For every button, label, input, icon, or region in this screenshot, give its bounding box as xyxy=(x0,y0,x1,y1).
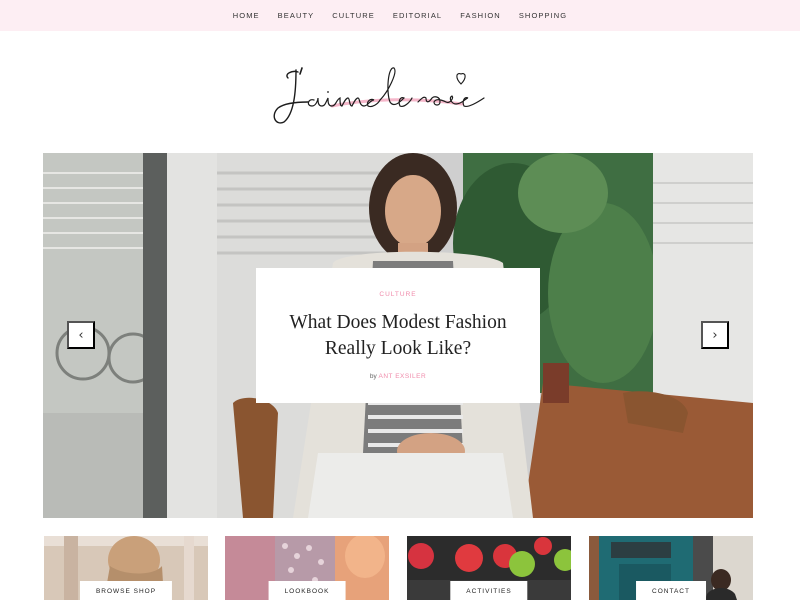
nav-item-home[interactable]: HOME xyxy=(224,11,269,20)
featured-post-card: CULTURE What Does Modest Fashion Really … xyxy=(256,268,540,403)
nav-item-shopping[interactable]: SHOPPING xyxy=(510,11,576,20)
nav-item-beauty[interactable]: BEAUTY xyxy=(269,11,324,20)
byline-prefix: by xyxy=(369,373,377,380)
post-title-link[interactable]: What Does Modest Fashion Really Look Lik… xyxy=(273,310,523,362)
post-byline: by ANT EXSILER xyxy=(256,373,540,380)
tile-label: BROWSE SHOP xyxy=(79,581,173,600)
post-category-link[interactable]: CULTURE xyxy=(256,291,540,298)
hero-slider[interactable]: ‹ › CULTURE What Does Modest Fashion Rea… xyxy=(43,153,753,518)
tile-activities[interactable]: ACTIVITIES xyxy=(407,536,571,600)
nav-item-fashion[interactable]: FASHION xyxy=(451,11,510,20)
tile-contact[interactable]: CONTACT xyxy=(589,536,753,600)
tile-browse-shop[interactable]: BROWSE SHOP xyxy=(44,536,208,600)
tile-label: CONTACT xyxy=(636,581,706,600)
top-nav: HOME BEAUTY CULTURE EDITORIAL FASHION SH… xyxy=(0,0,800,31)
chevron-left-icon: ‹ xyxy=(78,327,84,343)
nav-item-culture[interactable]: CULTURE xyxy=(323,11,384,20)
logo-script xyxy=(273,67,485,124)
tile-lookbook[interactable]: LOOKBOOK xyxy=(225,536,389,600)
tile-label: ACTIVITIES xyxy=(450,581,528,600)
slider-prev-button[interactable]: ‹ xyxy=(67,321,95,349)
post-author-link[interactable]: ANT EXSILER xyxy=(379,373,427,380)
slider-next-button[interactable]: › xyxy=(701,321,729,349)
nav-item-editorial[interactable]: EDITORIAL xyxy=(384,11,451,20)
site-logo[interactable] xyxy=(262,62,537,128)
chevron-right-icon: › xyxy=(712,327,718,343)
tile-label: LOOKBOOK xyxy=(268,581,346,600)
